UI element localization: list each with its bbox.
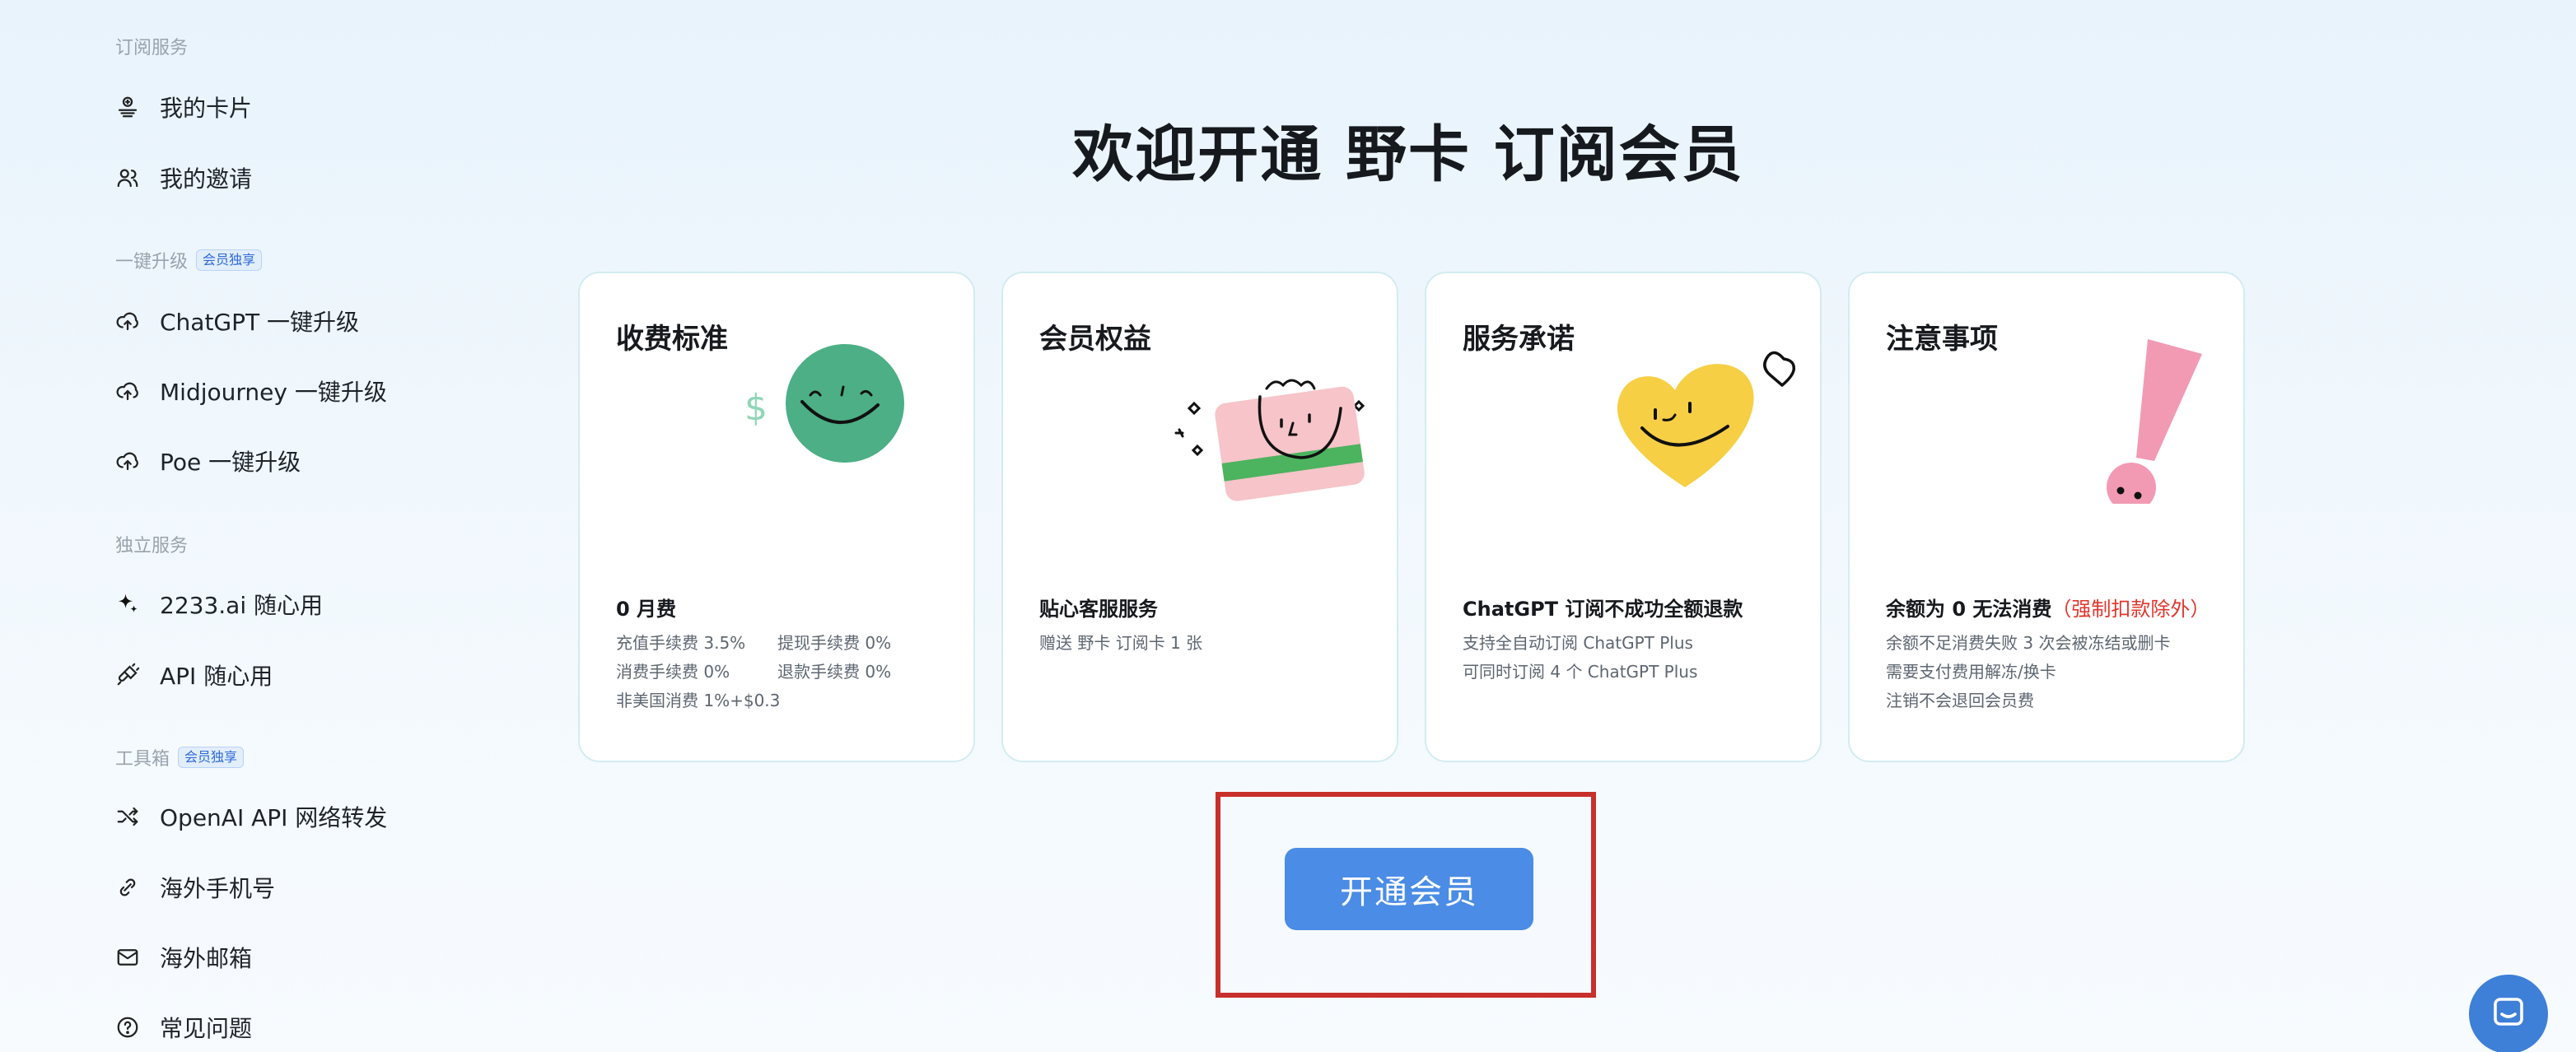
notice-card: 注意事项 余额为 0 无法消费（强制扣款除外） 余额不足消费失败 3 次会被冻结… xyxy=(1848,272,2245,762)
fee-refund: 退款手续费 0% xyxy=(777,662,892,682)
cloud-upload-icon xyxy=(114,307,142,335)
sidebar-section-subscription: 订阅服务 xyxy=(115,38,189,58)
sidebar-item-my-cards[interactable]: 我的卡片 xyxy=(114,91,252,123)
smiley-card-illustration xyxy=(1161,323,1375,504)
phone-icon xyxy=(114,873,142,901)
sidebar-item-openai-proxy[interactable]: OpenAI API 网络转发 xyxy=(114,800,387,833)
sidebar-item-faq[interactable]: 常见问题 xyxy=(114,1011,252,1044)
sidebar-section-upgrade: 一键升级 会员独享 xyxy=(115,247,263,273)
sidebar-section-toolbox: 工具箱 会员独享 xyxy=(115,744,245,770)
card-details: 赠送 野卡 订阅卡 1 张 xyxy=(1039,633,1203,653)
mail-icon xyxy=(114,943,142,971)
fee-recharge: 充值手续费 3.5% xyxy=(616,633,746,653)
card-headline: ChatGPT 订阅不成功全额退款 xyxy=(1463,598,1743,621)
sidebar-item-overseas-phone[interactable]: 海外手机号 xyxy=(114,871,275,904)
smiley-heart-illustration xyxy=(1584,323,1799,504)
card-title: 服务承诺 xyxy=(1463,323,1575,356)
sidebar-item-midjourney-upgrade[interactable]: Midjourney 一键升级 xyxy=(114,375,387,407)
card-details: 支持全自动订阅 ChatGPT Plus 可同时订阅 4 个 ChatGPT P… xyxy=(1463,633,1698,682)
chat-support-button[interactable] xyxy=(2469,975,2548,1052)
smiley-coin-illustration: $ $ xyxy=(738,323,952,504)
card-details: 余额不足消费失败 3 次会被冻结或删卡 需要支付费用解冻/换卡 注销不会退回会员… xyxy=(1886,633,2171,710)
page-title: 欢迎开通 野卡 订阅会员 xyxy=(1072,119,1744,190)
card-headline: 余额为 0 无法消费（强制扣款除外） xyxy=(1886,598,2210,621)
card-title: 注意事项 xyxy=(1886,323,1998,356)
sidebar-item-overseas-email[interactable]: 海外邮箱 xyxy=(114,941,252,974)
card-headline: 0 月费 xyxy=(616,598,677,621)
subscribe-button[interactable]: 开通会员 xyxy=(1285,848,1533,930)
members-only-badge: 会员独享 xyxy=(196,249,263,271)
sidebar-item-2233ai[interactable]: 2233.ai 随心用 xyxy=(114,588,323,621)
sidebar-item-chatgpt-upgrade[interactable]: ChatGPT 一键升级 xyxy=(114,305,359,337)
card-headline: 贴心客服服务 xyxy=(1039,598,1158,621)
members-only-badge: 会员独享 xyxy=(178,747,245,768)
sidebar-item-poe-upgrade[interactable]: Poe 一键升级 xyxy=(114,445,301,477)
chat-icon xyxy=(2489,993,2528,1036)
sidebar: 订阅服务 我的卡片 我的邀请 一键升级 会员独享 ChatGPT 一键升级 Mi… xyxy=(0,0,461,1052)
card-details: 充值手续费 3.5% 提现手续费 0% 消费手续费 0% 退款手续费 0% 非美… xyxy=(616,629,934,715)
shuffle-icon xyxy=(114,803,142,831)
plug-icon xyxy=(114,661,142,689)
sidebar-item-my-invites[interactable]: 我的邀请 xyxy=(114,161,252,194)
fee-withdraw: 提现手续费 0% xyxy=(777,633,892,653)
cloud-upload-icon xyxy=(114,447,142,475)
card-title: 收费标准 xyxy=(616,323,728,356)
svg-text:$: $ xyxy=(744,387,768,429)
service-promise-card: 服务承诺 ChatGPT 订阅不成功全额退款 支持全自动订阅 ChatGPT P… xyxy=(1425,272,1822,762)
benefits-card: 会员权益 贴心客服服务 赠送 野卡 订阅卡 1 张 xyxy=(1001,272,1398,762)
sidebar-section-standalone: 独立服务 xyxy=(115,536,189,556)
cloud-upload-icon xyxy=(114,377,142,405)
card-stack-icon xyxy=(114,93,142,121)
sparkle-icon xyxy=(114,590,142,618)
pricing-card: 收费标准 $ $ 0 月费 充值手续费 3.5% 提现手续费 0% 消费手续费 … xyxy=(578,272,975,762)
card-title: 会员权益 xyxy=(1039,323,1151,356)
sidebar-item-api[interactable]: API 随心用 xyxy=(114,659,273,691)
exclamation-illustration xyxy=(2008,323,2222,512)
fee-consume: 消费手续费 0% xyxy=(616,662,730,682)
help-circle-icon xyxy=(114,1013,142,1041)
fee-non-us: 非美国消费 1%+$0.3 xyxy=(616,691,781,710)
forced-deduction-note: （强制扣款除外） xyxy=(2051,598,2210,621)
users-icon xyxy=(114,164,142,192)
